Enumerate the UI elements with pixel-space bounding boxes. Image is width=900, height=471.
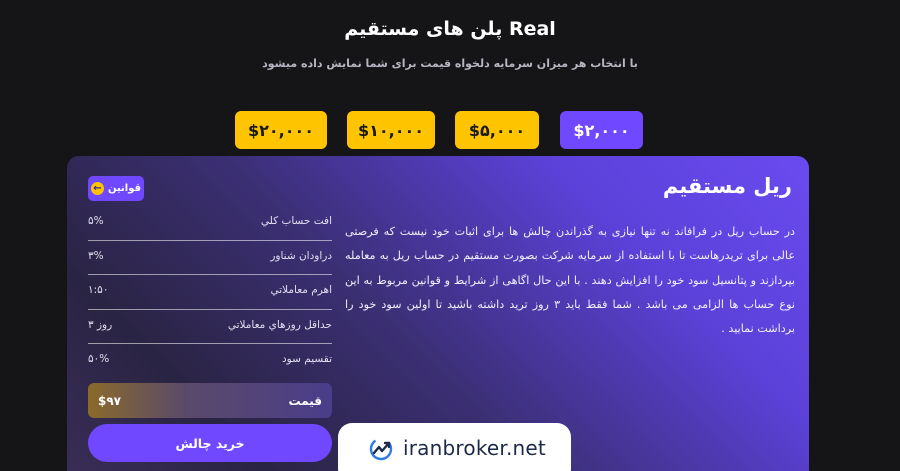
rule-value: ۱:۵۰: [88, 284, 109, 296]
rule-row: ۱:۵۰ اهرم معاملاتي: [88, 275, 332, 310]
rule-row: ۳% دراودان شناور: [88, 241, 332, 275]
rule-value: ۵%: [88, 215, 104, 227]
plan-description: در حساب ریل در فرافاند نه تنها نیازی به …: [345, 225, 795, 336]
card-title: ریل مستقیم: [662, 174, 792, 198]
page-subtitle: با انتخاب هر میزان سرمایه دلخواه قیمت بر…: [262, 57, 638, 70]
plan-button-5000[interactable]: $۵,۰۰۰: [455, 111, 539, 149]
chart-logo-icon: [369, 437, 393, 461]
watermark: iranbroker.net: [338, 423, 571, 471]
rule-row: ۵۰% تقسیم سود: [88, 344, 332, 379]
arrow-left-icon: ←: [90, 182, 104, 195]
buy-challenge-button[interactable]: خرید چالش: [88, 424, 332, 462]
rule-row: ۵% افت حساب کلي: [88, 206, 332, 241]
rule-value: ۵۰%: [88, 353, 110, 365]
rule-value: ۳%: [88, 249, 104, 262]
page-title: پلن های مستقیم Real: [344, 18, 556, 40]
plan-button-20000[interactable]: $۲۰,۰۰۰: [235, 111, 327, 149]
plan-button-2000[interactable]: $۲,۰۰۰: [560, 111, 643, 149]
plan-button-10000[interactable]: $۱۰,۰۰۰: [347, 111, 435, 149]
rule-value: ۳ روز: [88, 318, 113, 331]
rules-button[interactable]: ← قوانین: [88, 176, 144, 201]
plan-selector: $۲۰,۰۰۰ $۱۰,۰۰۰ $۵,۰۰۰ $۲,۰۰۰: [0, 111, 900, 149]
rules-label: قوانین: [107, 183, 142, 194]
rule-label: افت حساب کلي: [260, 215, 332, 227]
rule-label: حداقل روزهاي معاملاتي: [227, 318, 332, 331]
rule-label: اهرم معاملاتي: [270, 284, 332, 296]
price-value: $۹۷: [98, 393, 121, 408]
watermark-text: iranbroker.net: [403, 436, 546, 460]
rule-label: تقسیم سود: [282, 353, 332, 365]
plan-rules-list: ۵% افت حساب کلي ۳% دراودان شناور ۱:۵۰ اه…: [88, 206, 332, 379]
price-label: قیمت: [288, 393, 322, 408]
rule-row: ۳ روز حداقل روزهاي معاملاتي: [88, 310, 332, 344]
price-box: $۹۷ قیمت: [88, 383, 332, 418]
rule-label: دراودان شناور: [270, 249, 332, 262]
